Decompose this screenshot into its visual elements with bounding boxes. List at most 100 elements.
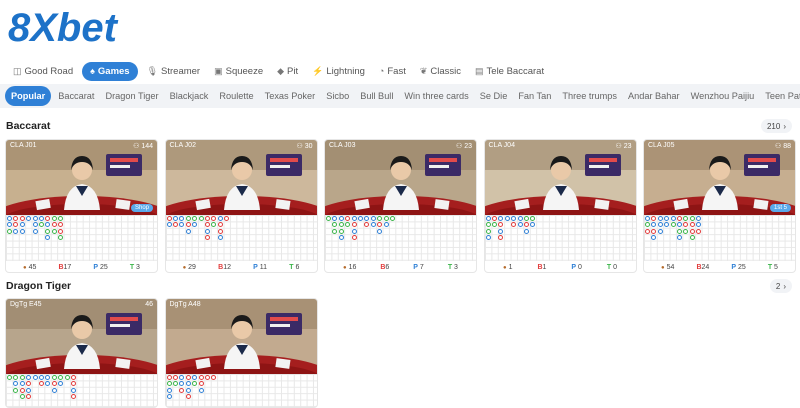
bead-road-mark	[677, 235, 682, 241]
bead-road-mark	[26, 381, 32, 387]
bead-road-mark	[51, 375, 57, 380]
tab-bull-bull[interactable]: Bull Bull	[356, 87, 397, 105]
stat-tie: T 3	[129, 263, 140, 271]
dragon-tiger-table-card[interactable]: DgTg A48	[164, 298, 318, 408]
tab-blackjack[interactable]: Blackjack	[166, 87, 213, 105]
bead-road-mark	[511, 222, 517, 228]
bead-road-mark	[166, 394, 172, 400]
table-video[interactable]: DgTg E45 46	[6, 299, 157, 374]
mode-fast[interactable]: ◔ Fast	[374, 63, 411, 80]
baccarat-table-card[interactable]: CLA J01 ⚇ 144 Shop ● 45 B17 P 25 T 3	[5, 139, 158, 273]
mode-lightning[interactable]: ⚡ Lightning	[307, 63, 370, 80]
dice-icon: ●	[342, 264, 347, 271]
mode-games[interactable]: ♠ Games	[82, 61, 138, 81]
bead-road-mark	[211, 222, 217, 228]
mode-classic[interactable]: ❦ Classic	[415, 63, 466, 80]
bead-road	[325, 215, 476, 261]
bead-road-mark	[7, 375, 12, 380]
bead-road-mark	[39, 381, 44, 387]
bead-road-mark	[511, 216, 517, 221]
section-title-baccarat: Baccarat	[6, 120, 51, 132]
bead-road-mark	[383, 222, 389, 228]
bead-road-mark	[51, 387, 57, 393]
baccarat-table-card[interactable]: CLA J03 ⚇ 23 ● 16 B6 P 7 T 3	[324, 139, 477, 273]
table-video[interactable]: CLA J04 ⚇ 23	[484, 140, 636, 215]
bead-road-mark	[51, 222, 57, 228]
bead-road-mark	[498, 235, 504, 241]
mode-squeeze[interactable]: ▣ Squeeze	[209, 63, 268, 80]
stat-rounds: ● 1	[502, 263, 513, 271]
tab-se-die[interactable]: Se Die	[476, 87, 512, 105]
bead-road-mark	[338, 222, 344, 228]
see-all-dragon-tiger[interactable]: 2 ›	[769, 279, 792, 293]
bead-road-mark	[179, 387, 185, 393]
tab-popular[interactable]: Popular	[5, 86, 52, 106]
bead-road-mark	[13, 222, 19, 228]
table-video[interactable]: CLA J02 ⚇ 30	[165, 140, 317, 215]
dragon-tiger-table-card[interactable]: DgTg E45 46	[5, 298, 158, 408]
tab-andar-bahar[interactable]: Andar Bahar	[624, 87, 684, 105]
bead-road-mark	[45, 222, 51, 228]
bead-road-mark	[677, 228, 682, 234]
count-label: 210	[766, 121, 781, 131]
bead-road-mark	[64, 375, 70, 380]
tab-texas-poker[interactable]: Texas Poker	[261, 87, 320, 105]
classic-icon: ❦	[419, 65, 428, 76]
bead-road-mark	[491, 216, 497, 221]
user-icon: ⚇	[615, 143, 622, 150]
baccarat-table-card[interactable]: CLA J02 ⚇ 30 ● 29 B12 P 11 T 6	[164, 139, 318, 273]
bead-road-mark	[211, 375, 217, 380]
tab-three-trumps[interactable]: Three trumps	[558, 87, 621, 105]
table-video[interactable]: CLA J03 ⚇ 23	[325, 140, 476, 215]
mode-good-road[interactable]: ◫ Good Road	[8, 63, 78, 80]
bead-road-mark	[166, 387, 172, 393]
bead-road-mark	[204, 228, 210, 234]
tab-sicbo[interactable]: Sicbo	[322, 87, 353, 105]
tab-fan-tan[interactable]: Fan Tan	[514, 87, 555, 105]
bead-road-mark	[530, 222, 536, 228]
table-name: DgTg E45	[10, 301, 42, 308]
tab-wenzhou-paijiu[interactable]: Wenzhou Paijiu	[687, 87, 759, 105]
table-video[interactable]: DgTg A48	[165, 299, 317, 374]
mode-pit[interactable]: ◆ Pit	[272, 63, 303, 80]
bead-road-mark	[26, 216, 32, 221]
bead-road-mark	[498, 222, 504, 228]
bead-road-mark	[19, 228, 25, 234]
player-count: 46	[145, 301, 153, 308]
baccarat-table-card[interactable]: CLA J04 ⚇ 23 ● 1 B1 P 0 T 0	[483, 139, 637, 273]
bead-road-mark	[185, 216, 191, 221]
bead-road-mark	[71, 381, 76, 387]
stat-rounds: ● 16	[342, 263, 357, 271]
bead-road-mark	[523, 216, 529, 221]
bead-road-mark	[19, 216, 25, 221]
bead-road-mark	[351, 228, 357, 234]
bead-road-mark	[377, 216, 383, 221]
bead-road-mark	[332, 222, 338, 228]
bead-road-mark	[345, 216, 351, 221]
bead-road-mark	[485, 228, 491, 234]
bead-road-mark	[204, 375, 210, 380]
chevron-right-icon: ›	[783, 121, 786, 131]
bead-road-mark	[345, 222, 351, 228]
tab-teen-patti[interactable]: Teen Patti	[761, 87, 800, 105]
bead-road-mark	[185, 222, 191, 228]
logo-text: 8Xbet	[8, 6, 119, 50]
table-video[interactable]: CLA J01 ⚇ 144 Shop	[6, 140, 157, 215]
tab-roulette[interactable]: Roulette	[215, 87, 257, 105]
tab-baccarat[interactable]: Baccarat	[54, 87, 98, 105]
table-video[interactable]: CLA J05 ⚇ 88 1st 5	[644, 140, 795, 215]
baccarat-table-card[interactable]: CLA J05 ⚇ 88 1st 5 ● 54 B24 P 25 T 5	[643, 139, 796, 273]
stat-banker: B12	[218, 263, 231, 271]
bead-road	[165, 215, 317, 261]
bead-road-mark	[689, 228, 695, 234]
mode-tele-baccarat[interactable]: ▤ Tele Baccarat	[470, 63, 549, 80]
section-title-dragon-tiger: Dragon Tiger	[6, 280, 72, 292]
bead-road-mark	[491, 222, 497, 228]
tab-dragon-tiger[interactable]: Dragon Tiger	[101, 87, 162, 105]
see-all-baccarat[interactable]: 210 ›	[760, 119, 792, 133]
mode-streamer[interactable]: 🎙 Streamer	[142, 63, 206, 80]
tab-win-three-cards[interactable]: Win three cards	[400, 87, 472, 105]
logo[interactable]: 8Xbet	[6, 4, 190, 50]
bead-road-mark	[26, 375, 32, 380]
bead-road-mark	[651, 228, 657, 234]
